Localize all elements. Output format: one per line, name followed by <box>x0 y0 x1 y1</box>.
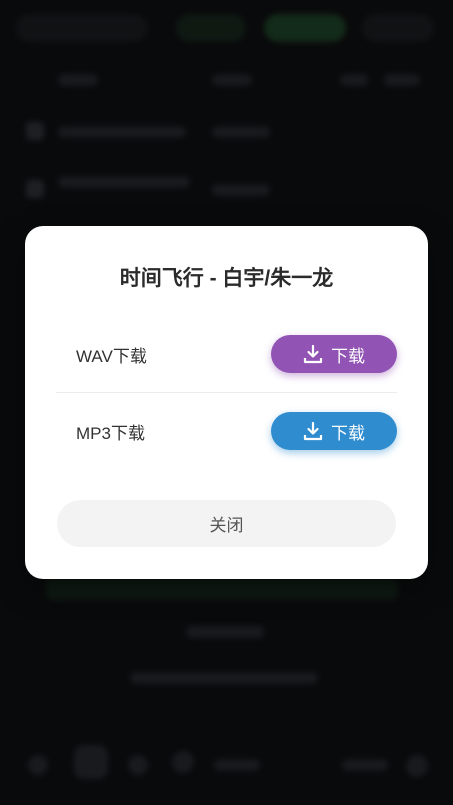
dialog-title: 时间飞行 - 白宇/朱一龙 <box>119 267 334 290</box>
wav-download-button-label: 下载 <box>331 346 365 366</box>
download-icon <box>303 344 323 364</box>
mp3-download-row: MP3下载 下载 <box>56 393 397 469</box>
wav-download-label: WAV下载 <box>76 346 147 366</box>
download-icon <box>303 421 323 441</box>
close-button[interactable]: 关闭 <box>57 500 396 547</box>
mp3-download-button[interactable]: 下载 <box>271 412 397 450</box>
download-dialog: 时间飞行 - 白宇/朱一龙 WAV下载 下载 MP3下载 下载 关闭 <box>25 226 428 579</box>
wav-download-row: WAV下载 下载 <box>56 316 397 393</box>
mp3-download-button-label: 下载 <box>331 423 365 443</box>
wav-download-button[interactable]: 下载 <box>271 335 397 373</box>
mp3-download-label: MP3下载 <box>76 423 145 443</box>
